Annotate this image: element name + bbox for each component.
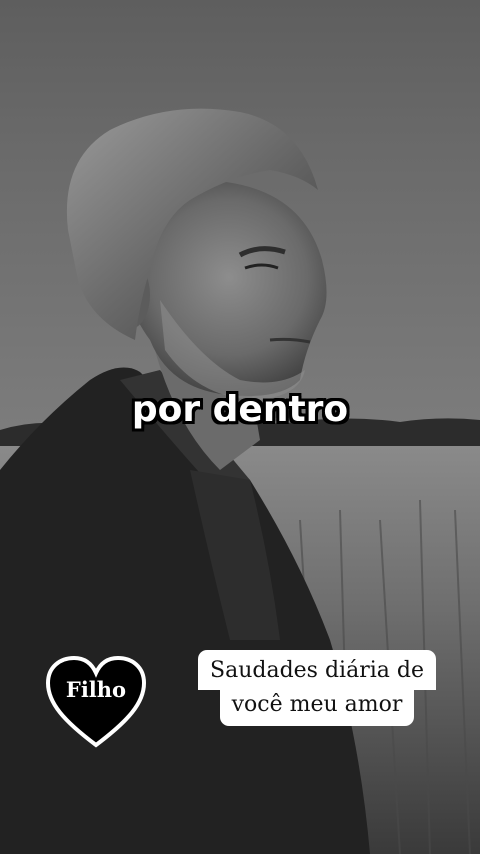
overlay-caption: por dentro [131, 389, 349, 430]
message-line-1: Saudades diária de [198, 650, 436, 690]
photo-scene: por dentro Filho Saudades diária de você… [0, 0, 480, 854]
message-line-2: você meu amor [219, 690, 415, 726]
message-box: Saudades diária de você meu amor [182, 650, 452, 726]
heart-badge: Filho [44, 655, 148, 751]
heart-icon [45, 655, 147, 748]
heart-label: Filho [65, 677, 127, 702]
